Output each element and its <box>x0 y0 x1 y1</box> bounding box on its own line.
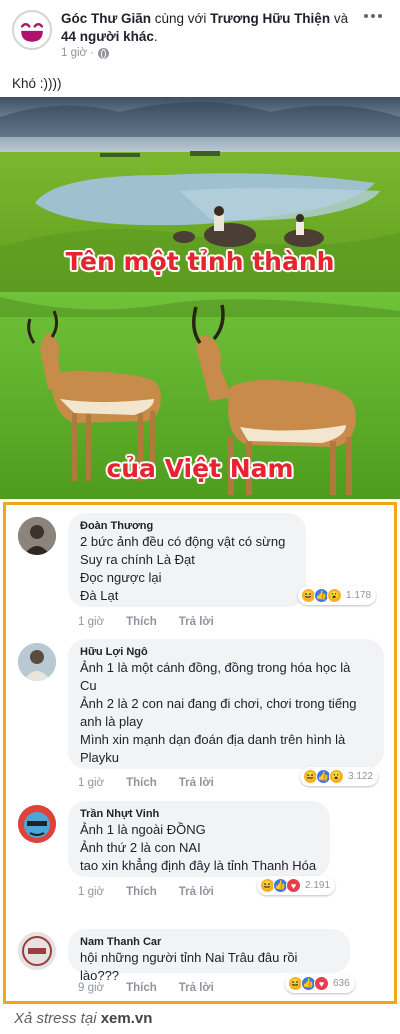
comment-line: Suy ra chính Là Đạt <box>80 552 195 567</box>
post-text: Khó :)))) <box>12 76 62 91</box>
comments-highlight-frame: Đoàn Thương 2 bức ảnh đều có động vật có… <box>3 502 397 1004</box>
comment-author[interactable]: Trần Nhựt Vinh <box>80 807 318 821</box>
comment-bubble: Hữu Lợi Ngô Ảnh 1 là một cánh đồng, đồng… <box>68 639 384 769</box>
reply-button[interactable]: Trả lời <box>179 982 214 994</box>
post-image[interactable]: Tên một tỉnh thành của Việt Nam <box>0 97 400 499</box>
others-link[interactable]: 44 người khác <box>61 29 154 44</box>
dot-icon <box>371 14 375 18</box>
wow-icon: 😮 <box>327 588 342 603</box>
site-watermark: Xả stress tại xem.vn <box>14 1010 152 1027</box>
avatar[interactable] <box>18 805 56 843</box>
avatar[interactable] <box>18 517 56 555</box>
comment-line: tao xin khẳng định đây là tỉnh Thanh Hóa <box>80 858 317 873</box>
and-text: và <box>330 11 349 26</box>
comment-time[interactable]: 9 giờ <box>78 982 104 994</box>
comment-actions: 1 giờ Thích Trả lời <box>78 616 214 628</box>
comment-line: Ảnh 1 là ngoài ĐỒNG <box>80 822 206 837</box>
watermark-prefix: Xả stress tại <box>14 1010 101 1027</box>
period-text: . <box>153 29 158 44</box>
watermark-site: xem.vn <box>100 1010 153 1027</box>
reply-button[interactable]: Trả lời <box>179 616 214 628</box>
comment-time[interactable]: 1 giờ <box>78 886 104 898</box>
user-photo-icon <box>18 517 56 555</box>
reaction-summary[interactable]: 😆 👍 😮 3.122 <box>300 767 379 786</box>
post-header: Góc Thư Giãn cùng với Trương Hữu Thiện v… <box>0 0 400 100</box>
comment-line: anh là play <box>80 714 143 729</box>
page-avatar[interactable] <box>12 10 52 50</box>
image-caption-bottom: của Việt Nam <box>106 454 294 483</box>
reaction-count: 636 <box>333 978 350 989</box>
image-illustration <box>0 97 400 499</box>
comment-line: Mình xin mạnh dạn đoán địa danh trên hìn… <box>80 732 346 747</box>
like-button[interactable]: Thích <box>126 982 157 994</box>
reaction-count: 2.191 <box>305 880 331 891</box>
user-logo-icon <box>18 932 56 970</box>
comment-bubble: Trần Nhựt Vinh Ảnh 1 là ngoài ĐỒNG Ảnh t… <box>68 801 330 877</box>
wow-icon: 😮 <box>329 769 344 784</box>
comment-line: Đọc ngược lại <box>80 570 162 585</box>
comment-time[interactable]: 1 giờ <box>78 777 104 789</box>
reply-button[interactable]: Trả lời <box>179 886 214 898</box>
more-options-button[interactable] <box>364 14 382 18</box>
globe-icon <box>98 47 110 59</box>
avatar[interactable] <box>18 932 56 970</box>
comment-actions: 9 giờ Thích Trả lời <box>78 982 214 994</box>
reaction-summary[interactable]: 😆 👍 😮 1.178 <box>298 586 377 605</box>
comment-line: Đà Lạt <box>80 588 119 603</box>
dot-icon <box>378 14 382 18</box>
image-caption-top: Tên một tỉnh thành <box>65 247 335 276</box>
page-name-link[interactable]: Góc Thư Giãn <box>61 11 151 26</box>
comment-line: Playku <box>80 750 120 765</box>
comment-line: Ảnh thứ 2 là con NAI <box>80 840 201 855</box>
reaction-summary[interactable]: 😆 👍 ♥ 2.191 <box>257 876 336 895</box>
avatar[interactable] <box>18 643 56 681</box>
comment-time[interactable]: 1 giờ <box>78 616 104 628</box>
post-meta: 1 giờ · <box>61 47 110 59</box>
reply-button[interactable]: Trả lời <box>179 777 214 789</box>
dot-icon <box>364 14 368 18</box>
comment-actions: 1 giờ Thích Trả lời <box>78 777 214 789</box>
love-icon: ♥ <box>314 976 329 991</box>
like-button[interactable]: Thích <box>126 616 157 628</box>
like-button[interactable]: Thích <box>126 886 157 898</box>
comment-bubble: Đoàn Thương 2 bức ảnh đều có động vật có… <box>68 513 306 607</box>
reaction-count: 1.178 <box>346 590 372 601</box>
like-button[interactable]: Thích <box>126 777 157 789</box>
user-photo-icon <box>18 643 56 681</box>
user-cartoon-icon <box>18 805 56 843</box>
with-text: cùng với <box>151 11 211 26</box>
tagged-user-link[interactable]: Trương Hữu Thiện <box>210 11 330 26</box>
comment-bubble: Nam Thanh Car hội những người tỉnh Nai T… <box>68 929 350 983</box>
love-icon: ♥ <box>286 878 301 893</box>
reaction-count: 3.122 <box>348 771 374 782</box>
comment-line: Cu <box>80 678 97 693</box>
laughing-face-icon <box>14 12 50 48</box>
comment-actions: 1 giờ Thích Trả lời <box>78 886 214 898</box>
reaction-summary[interactable]: 😆 👍 ♥ 636 <box>285 974 355 993</box>
comment-author[interactable]: Nam Thanh Car <box>80 935 338 949</box>
post-time[interactable]: 1 giờ · <box>61 47 94 59</box>
comment-line: Ảnh 1 là một cánh đồng, đồng trong hóa h… <box>80 660 351 675</box>
comment-line: Ảnh 2 là 2 con nai đang đi chơi, chơi tr… <box>80 696 357 711</box>
post-author-line: Góc Thư Giãn cùng với Trương Hữu Thiện v… <box>61 10 351 46</box>
comment-line: 2 bức ảnh đều có động vật có sừng <box>80 534 286 549</box>
comment-author[interactable]: Hữu Lợi Ngô <box>80 645 372 659</box>
comment-author[interactable]: Đoàn Thương <box>80 519 294 533</box>
